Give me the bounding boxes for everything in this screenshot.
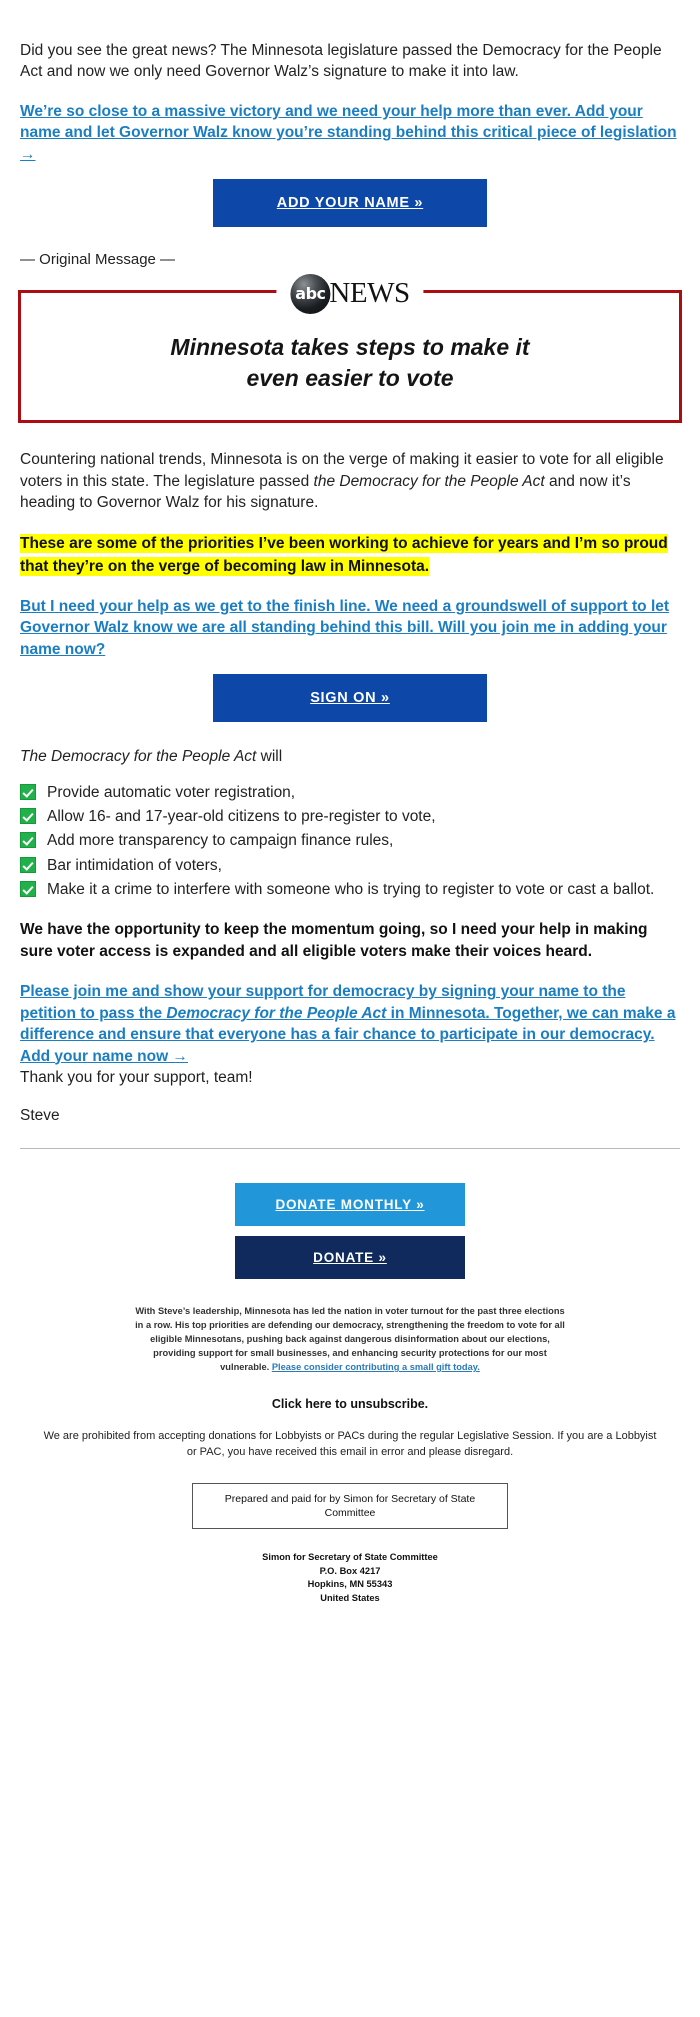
footer-fineprint: With Steve’s leadership, Minnesota has l…: [130, 1305, 570, 1375]
donate-monthly-row: DONATE MONTHLY »: [20, 1183, 680, 1227]
list-item: Add more transparency to campaign financ…: [20, 830, 680, 852]
list-item-label: Bar intimidation of voters,: [47, 856, 222, 874]
list-item: Bar intimidation of voters,: [20, 855, 680, 877]
sign-on-button[interactable]: SIGN ON »: [213, 674, 487, 723]
lobbyist-disclaimer: We are prohibited from accepting donatio…: [43, 1429, 657, 1458]
original-message-body: Countering national trends, Minnesota is…: [0, 449, 700, 1126]
contribute-link[interactable]: Please consider contributing a small gif…: [272, 1362, 480, 1372]
address-line-1: Simon for Secretary of State Committee: [262, 1552, 438, 1563]
committee-address: Simon for Secretary of State Committee P…: [20, 1551, 680, 1605]
body-paragraph-1-italic: the Democracy for the People Act: [313, 472, 545, 490]
abc-logo-word: NEWS: [329, 277, 410, 310]
sign-on-button-wrap: SIGN ON »: [20, 674, 680, 723]
momentum-paragraph: We have the opportunity to keep the mome…: [20, 921, 648, 961]
intro-paragraph: Did you see the great news? The Minnesot…: [20, 42, 662, 81]
address-line-2: P.O. Box 4217: [319, 1565, 381, 1576]
unsubscribe-link[interactable]: Click here to unsubscribe.: [272, 1397, 428, 1411]
email-page: Did you see the great news? The Minnesot…: [0, 0, 700, 1636]
list-item: Provide automatic voter registration,: [20, 782, 680, 804]
closing-petition-link[interactable]: Please join me and show your support for…: [20, 983, 675, 1064]
checklist-intro-italic: The Democracy for the People Act: [20, 748, 257, 766]
list-item-label: Make it a crime to interfere with someon…: [47, 881, 655, 899]
original-message-label: — Original Message —: [20, 250, 176, 268]
abc-circle-icon: abc: [290, 273, 331, 314]
sign-on-link[interactable]: But I need your help as we get to the fi…: [20, 598, 669, 658]
news-headline-line-2: even easier to vote: [246, 364, 454, 391]
list-item-label: Provide automatic voter registration,: [47, 783, 296, 801]
unsubscribe-link-wrap: Click here to unsubscribe.: [20, 1397, 680, 1411]
list-item-label: Allow 16- and 17-year-old citizens to pr…: [47, 808, 436, 826]
closing-link-italic: Democracy for the People Act: [166, 1004, 387, 1022]
highlight-paragraph: These are some of the priorities I’ve be…: [20, 532, 680, 579]
donate-button[interactable]: DONATE »: [235, 1236, 465, 1280]
check-icon: [20, 783, 36, 800]
address-line-4: United States: [320, 1592, 380, 1603]
check-icon: [20, 808, 36, 825]
list-item-label: Add more transparency to campaign financ…: [47, 832, 394, 850]
list-item: Make it a crime to interfere with someon…: [20, 879, 680, 901]
news-headline-card: abc NEWS Minnesota takes steps to make i…: [18, 273, 682, 424]
abc-news-logo: abc NEWS: [276, 273, 424, 314]
address-line-3: Hopkins, MN 55343: [307, 1579, 393, 1590]
checklist-intro: The Democracy for the People Act will: [20, 746, 680, 768]
forwarded-message-section: Did you see the great news? The Minnesot…: [0, 0, 700, 268]
thank-you-line: Thank you for your support, team!: [20, 1068, 253, 1086]
check-icon: [20, 881, 36, 898]
add-your-name-link[interactable]: We’re so close to a massive victory and …: [20, 103, 677, 163]
check-icon: [20, 832, 36, 849]
email-footer: DONATE MONTHLY » DONATE » With Steve’s l…: [0, 1149, 700, 1635]
paid-for-box: Prepared and paid for by Simon for Secre…: [192, 1482, 508, 1530]
list-item: Allow 16- and 17-year-old citizens to pr…: [20, 806, 680, 828]
add-your-name-button-wrap: ADD YOUR NAME »: [20, 178, 680, 227]
donate-row: DONATE »: [20, 1236, 680, 1280]
add-your-name-button[interactable]: ADD YOUR NAME »: [213, 178, 487, 227]
signature-line: Steve: [20, 1106, 60, 1124]
check-icon: [20, 856, 36, 873]
act-provisions-list: Provide automatic voter registration, Al…: [20, 782, 680, 902]
donate-monthly-button[interactable]: DONATE MONTHLY »: [235, 1183, 465, 1227]
abc-logo-mark: abc: [295, 284, 326, 304]
highlight-text: These are some of the priorities I’ve be…: [20, 533, 668, 576]
news-card-body: abc NEWS Minnesota takes steps to make i…: [18, 273, 682, 424]
news-headline-line-1: Minnesota takes steps to make it: [170, 333, 530, 360]
body-paragraph-1: Countering national trends, Minnesota is…: [20, 449, 680, 513]
checklist-intro-rest: will: [256, 748, 283, 766]
